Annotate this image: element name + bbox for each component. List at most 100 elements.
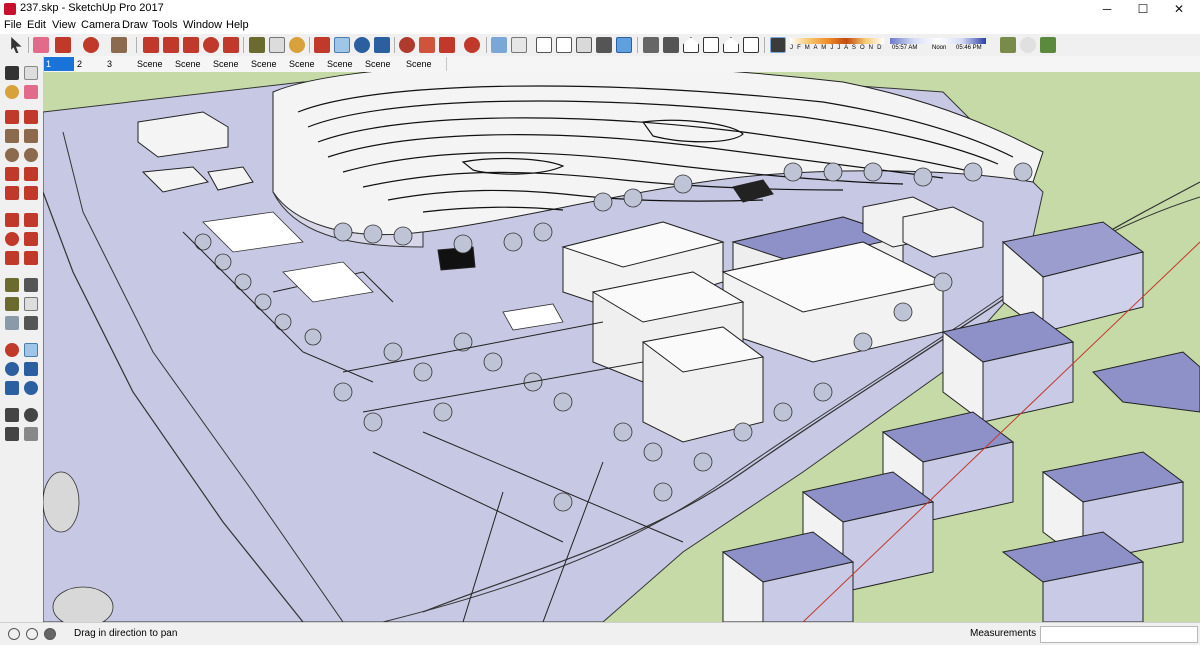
rectangle-icon[interactable] [5,129,19,143]
close-button[interactable]: ✕ [1162,1,1196,17]
tab-scene-10[interactable]: Scene 10 [362,57,406,83]
tab-scene-3[interactable]: 3 [104,57,135,71]
tape-measure-icon[interactable] [249,37,265,53]
left-view-icon[interactable] [743,37,759,53]
tape-measure-icon[interactable] [5,278,19,292]
pan-icon[interactable] [24,343,38,357]
shaded-textures-icon[interactable] [596,37,612,53]
menu-file[interactable]: File [4,19,22,31]
menu-camera[interactable]: Camera [81,19,120,31]
paint-bucket-icon[interactable] [5,85,19,99]
zoom-extents-icon[interactable] [5,381,19,395]
pan-hand-icon[interactable] [334,37,350,53]
paint-bucket-icon[interactable] [289,37,305,53]
iso-view-icon[interactable] [643,37,659,53]
orbit-icon[interactable] [314,37,330,53]
measurements-input[interactable] [1040,626,1198,643]
toggle-terrain-icon[interactable] [1020,37,1036,53]
tab-scene-4[interactable]: Scene 4 [134,57,173,83]
position-camera-icon[interactable] [5,408,19,422]
tab-scene-11[interactable]: Scene 11 [403,57,447,83]
3d-warehouse-icon[interactable] [399,37,415,53]
hidden-line-icon[interactable] [556,37,572,53]
zoom-extents-icon[interactable] [374,37,390,53]
extension-manager-icon[interactable] [464,37,480,53]
circle-icon[interactable] [5,148,19,162]
axes-icon[interactable] [5,316,19,330]
tab-scene-7[interactable]: Scene 7 [248,57,287,83]
look-around-icon[interactable] [24,408,38,422]
make-component-icon[interactable] [24,66,38,80]
rotate-tool-icon[interactable] [203,37,219,53]
shaded-icon[interactable] [576,37,592,53]
text-icon[interactable] [24,297,38,311]
front-view-icon[interactable] [683,37,699,53]
two-point-arc-icon[interactable] [24,167,38,181]
previous-view-icon[interactable] [24,381,38,395]
move-tool-icon[interactable] [183,37,199,53]
orbit-icon[interactable] [5,343,19,357]
rotated-rectangle-icon[interactable] [24,129,38,143]
menu-view[interactable]: View [52,19,76,31]
menu-edit[interactable]: Edit [27,19,46,31]
polygon-icon[interactable] [24,148,38,162]
menu-window[interactable]: Window [183,19,222,31]
tab-scene-6[interactable]: Scene 6 [210,57,249,83]
minimize-button[interactable]: ─ [1090,1,1124,17]
scale-icon[interactable] [5,251,19,265]
extension-warehouse-icon[interactable] [439,37,455,53]
credits-icon[interactable] [26,628,38,640]
follow-me-icon[interactable] [24,232,38,246]
3d-text-icon[interactable] [24,316,38,330]
menu-draw[interactable]: Draw [122,19,148,31]
arc-tool-icon[interactable] [83,37,99,53]
zoom-window-icon[interactable] [24,362,38,376]
user-icon[interactable] [44,628,56,640]
line-icon[interactable] [5,110,19,124]
walk-icon[interactable] [5,427,19,441]
freehand-icon[interactable] [24,110,38,124]
push-pull-icon[interactable] [24,213,38,227]
top-view-icon[interactable] [663,37,679,53]
scale-tool-icon[interactable] [223,37,239,53]
add-location-icon[interactable] [1000,37,1016,53]
shadow-month-slider[interactable]: J F M A M J J A S O N D [790,38,884,54]
select-icon[interactable] [5,66,19,80]
text-tool-icon[interactable] [269,37,285,53]
pie-icon[interactable] [24,186,38,200]
tab-scene-1[interactable]: 1 [43,57,75,71]
tab-scene-5[interactable]: Scene 5 [172,57,211,83]
tab-scene-9[interactable]: Scene 9 [324,57,363,83]
get-photo-texture-icon[interactable] [1040,37,1056,53]
back-view-icon[interactable] [723,37,739,53]
offset-icon[interactable] [24,251,38,265]
eraser-icon[interactable] [33,37,49,53]
zoom-icon[interactable] [354,37,370,53]
select-tool-icon[interactable] [11,37,22,53]
rectangle-tool-icon[interactable] [111,37,127,53]
rotate-icon[interactable] [5,232,19,246]
geolocation-icon[interactable] [8,628,20,640]
tab-scene-2[interactable]: 2 [74,57,105,71]
push-pull-icon[interactable] [143,37,159,53]
move-icon[interactable] [5,213,19,227]
menu-tools[interactable]: Tools [152,19,178,31]
section-plane-icon[interactable] [24,427,38,441]
eraser-icon[interactable] [24,85,38,99]
dimension-icon[interactable] [24,278,38,292]
monochrome-icon[interactable] [616,37,632,53]
maximize-button[interactable]: ☐ [1126,1,1160,17]
three-point-arc-icon[interactable] [5,186,19,200]
shadow-time-slider[interactable]: 05:57 AM Noon 05:46 PM [890,38,986,54]
right-view-icon[interactable] [703,37,719,53]
line-tool-icon[interactable] [55,37,71,53]
shadows-toggle-icon[interactable] [770,37,786,53]
tab-scene-8[interactable]: Scene 8 [286,57,325,83]
zoom-icon[interactable] [5,362,19,376]
protractor-icon[interactable] [5,297,19,311]
share-component-icon[interactable] [419,37,435,53]
model-viewport[interactable] [43,72,1200,622]
follow-me-icon[interactable] [163,37,179,53]
menu-help[interactable]: Help [226,19,249,31]
arc-icon[interactable] [5,167,19,181]
